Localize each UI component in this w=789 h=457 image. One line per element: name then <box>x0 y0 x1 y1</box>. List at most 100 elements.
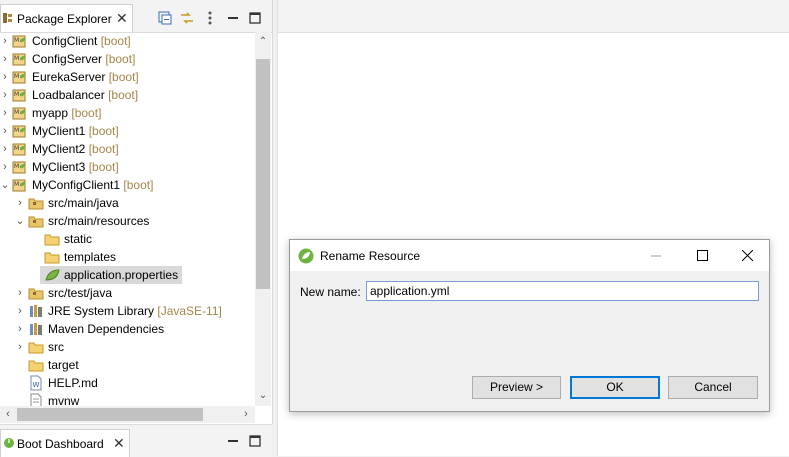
tree-item-decoration: [boot] <box>88 160 119 174</box>
tree-item-decoration: [boot] <box>88 142 119 156</box>
ok-button[interactable]: OK <box>570 376 660 399</box>
tree-item-label: MyConfigClient1 <box>32 178 121 192</box>
dialog-title: Rename Resource <box>320 249 421 263</box>
spring-project-icon: M <box>12 161 26 174</box>
tree-item-label: MyClient2 <box>32 142 86 156</box>
chevron-right-icon[interactable]: › <box>15 302 25 320</box>
tree-item-label: mvnw <box>48 394 80 406</box>
markdown-file-icon: W <box>30 375 42 391</box>
new-name-label: New name: <box>300 285 361 299</box>
chevron-down-icon[interactable]: ⌄ <box>15 212 25 230</box>
svg-text:M: M <box>14 109 19 116</box>
scroll-left-icon[interactable]: ‹ <box>0 406 16 423</box>
cancel-button[interactable]: Cancel <box>668 376 758 399</box>
scroll-thumb[interactable] <box>17 408 203 421</box>
folder-icon <box>44 252 60 264</box>
tree-item-label: MyClient3 <box>32 160 86 174</box>
boot-dashboard-tab-label: Boot Dashboard <box>17 437 104 451</box>
new-name-input[interactable] <box>366 281 759 301</box>
folder-icon <box>44 234 60 246</box>
collapse-all-icon[interactable] <box>157 10 173 26</box>
chevron-right-icon[interactable]: › <box>0 68 10 86</box>
chevron-right-icon[interactable]: › <box>15 338 25 356</box>
leaf-file-icon <box>45 269 60 281</box>
svg-text:W: W <box>33 381 40 389</box>
chevron-right-icon[interactable]: › <box>15 320 25 338</box>
maximize-icon[interactable] <box>247 433 263 449</box>
spring-project-icon: M <box>12 35 26 48</box>
minimize-icon[interactable] <box>225 10 241 26</box>
tab-package-explorer[interactable]: Package Explorer ✕ <box>0 4 133 32</box>
scroll-down-icon[interactable]: ⌄ <box>255 388 271 404</box>
tree-item-label: ConfigServer <box>32 52 103 66</box>
dialog-titlebar[interactable]: Rename Resource <box>290 240 769 271</box>
minimize-icon[interactable] <box>225 433 241 449</box>
tree-item-label: JRE System Library <box>48 304 155 318</box>
preview-button[interactable]: Preview > <box>472 376 561 399</box>
scroll-thumb[interactable] <box>256 59 270 289</box>
vertical-scrollbar[interactable]: ⌃ ⌄ <box>255 32 271 406</box>
scroll-up-icon[interactable]: ⌃ <box>255 34 271 50</box>
tree-item-label: myapp <box>32 106 69 120</box>
close-icon[interactable]: ✕ <box>116 10 128 27</box>
horizontal-scrollbar[interactable]: ‹ › <box>0 406 255 423</box>
svg-text:M: M <box>14 127 19 134</box>
package-explorer-tab-label: Package Explorer <box>17 12 112 26</box>
svg-text:M: M <box>14 181 19 188</box>
package-explorer-icon <box>3 13 12 23</box>
svg-text:M: M <box>14 55 19 62</box>
folder-icon <box>28 342 44 354</box>
chevron-right-icon[interactable]: › <box>0 50 10 68</box>
rename-resource-dialog: Rename Resource New name: Preview > OK C… <box>289 239 770 412</box>
chevron-right-icon[interactable]: › <box>0 140 10 158</box>
tree-item-label: EurekaServer <box>32 70 106 84</box>
svg-text:M: M <box>14 163 19 170</box>
chevron-right-icon[interactable]: › <box>15 284 25 302</box>
tree-item-label: src/main/resources <box>48 214 150 228</box>
tree-item-label: src <box>48 340 64 354</box>
maximize-icon[interactable] <box>247 10 263 26</box>
tree-item-label: HELP.md <box>48 376 98 390</box>
link-with-editor-icon[interactable] <box>179 10 195 26</box>
tree-item-file-selected[interactable]: application.properties <box>40 266 182 284</box>
package-tree: › M ConfigClient [boot] › M ConfigServer… <box>0 32 255 406</box>
package-explorer-tabbar: Package Explorer ✕ <box>0 0 272 33</box>
chevron-right-icon[interactable]: › <box>0 158 10 176</box>
tree-item-decoration: [boot] <box>123 178 154 192</box>
library-icon <box>30 323 42 335</box>
tree-item-decoration: [boot] <box>108 70 139 84</box>
spring-project-icon: M <box>12 179 26 192</box>
chevron-right-icon[interactable]: › <box>0 122 10 140</box>
editor-tab-strip <box>278 0 789 33</box>
svg-text:M: M <box>14 91 19 98</box>
close-icon[interactable]: ✕ <box>113 435 125 452</box>
spring-project-icon: M <box>12 53 26 66</box>
library-icon <box>30 305 42 317</box>
spring-project-icon: M <box>12 107 26 120</box>
package-explorer-view: Package Explorer ✕ › M ConfigClient [boo… <box>0 0 273 424</box>
tree-item-label: MyClient1 <box>32 124 86 138</box>
boot-dashboard-view: Boot Dashboard ✕ <box>0 424 272 457</box>
tree-item-label: application.properties <box>64 268 179 282</box>
package-folder-icon <box>28 288 44 300</box>
spring-project-icon: M <box>12 143 26 156</box>
minimize-icon[interactable] <box>633 240 679 271</box>
chevron-right-icon[interactable]: › <box>0 32 10 50</box>
view-menu-icon[interactable] <box>202 10 218 26</box>
spring-project-icon: M <box>12 71 26 84</box>
chevron-right-icon[interactable]: › <box>15 194 25 212</box>
tree-item-decoration: [boot] <box>100 34 131 48</box>
tree-item-label: Maven Dependencies <box>48 322 165 336</box>
package-folder-icon <box>28 198 44 210</box>
scroll-right-icon[interactable]: › <box>238 406 254 423</box>
maximize-icon[interactable] <box>679 240 725 271</box>
tree-item-label: ConfigClient <box>32 34 98 48</box>
chevron-right-icon[interactable]: › <box>0 104 10 122</box>
svg-text:M: M <box>14 37 19 44</box>
tree-item-label: src/test/java <box>48 286 113 300</box>
close-icon[interactable] <box>724 240 770 271</box>
chevron-down-icon[interactable]: ⌄ <box>0 176 10 194</box>
tree-item-decoration: [boot] <box>108 88 139 102</box>
tab-boot-dashboard[interactable]: Boot Dashboard ✕ <box>0 429 130 457</box>
chevron-right-icon[interactable]: › <box>0 86 10 104</box>
